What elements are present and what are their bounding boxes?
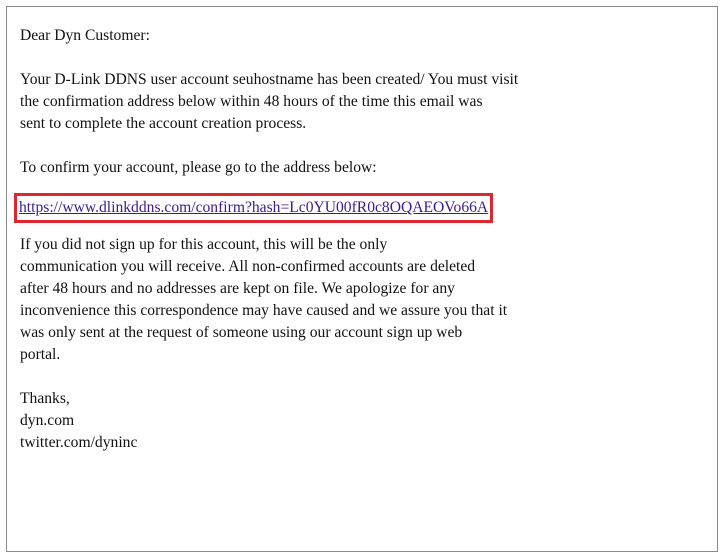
email-signoff-line: Thanks, bbox=[20, 390, 70, 407]
email-instruction: To confirm your account, please go to th… bbox=[20, 159, 377, 176]
email-disclaimer-line: communication you will receive. All non-… bbox=[20, 258, 476, 275]
email-intro-line: Your D-Link DDNS user account seuhostnam… bbox=[20, 71, 519, 88]
confirm-link-highlight: https://www.dlinkddns.com/confirm?hash=L… bbox=[14, 193, 494, 223]
email-disclaimer-line: after 48 hours and no addresses are kept… bbox=[20, 280, 455, 297]
email-intro-line: sent to complete the account creation pr… bbox=[20, 115, 307, 132]
email-signoff-line: twitter.com/dyninc bbox=[20, 434, 138, 451]
email-disclaimer-line: portal. bbox=[20, 346, 61, 363]
email-signoff-line: dyn.com bbox=[20, 412, 75, 429]
confirm-link[interactable]: https://www.dlinkddns.com/confirm?hash=L… bbox=[19, 199, 488, 216]
email-disclaimer: If you did not sign up for this account,… bbox=[20, 234, 720, 366]
email-intro: Your D-Link DDNS user account seuhostnam… bbox=[20, 69, 720, 135]
email-body: Dear Dyn Customer: Your D-Link DDNS user… bbox=[14, 25, 720, 454]
email-disclaimer-line: If you did not sign up for this account,… bbox=[20, 236, 388, 253]
email-intro-line: the confirmation address below within 48… bbox=[20, 93, 483, 110]
email-disclaimer-line: was only sent at the request of someone … bbox=[20, 324, 463, 341]
email-greeting: Dear Dyn Customer: bbox=[20, 27, 150, 44]
email-signoff: Thanks, dyn.com twitter.com/dyninc bbox=[20, 388, 720, 454]
email-disclaimer-line: inconvenience this correspondence may ha… bbox=[20, 302, 508, 319]
email-frame: Dear Dyn Customer: Your D-Link DDNS user… bbox=[6, 6, 718, 552]
